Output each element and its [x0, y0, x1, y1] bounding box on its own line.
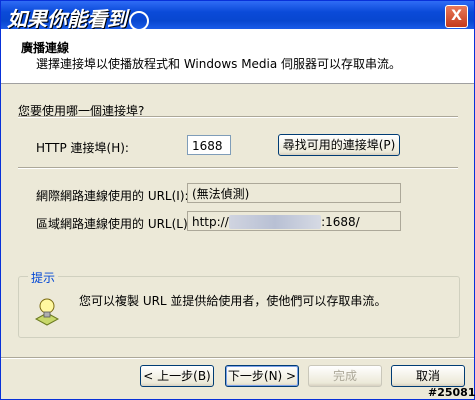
cancel-button[interactable]: 取消 — [391, 365, 465, 387]
wizard-header: 廣播連線 選擇連接埠以使播放程式和 Windows Media 伺服器可以存取串… — [1, 29, 474, 84]
lan-url-suffix: :1688/ — [321, 215, 360, 229]
redacted-host: xxxxxxxxxxxxx — [228, 215, 322, 229]
window-title-text: 如果你能看到 — [7, 7, 127, 31]
header-title: 廣播連線 — [21, 41, 70, 55]
lan-url-field: http://xxxxxxxxxxxxx:1688/ — [187, 211, 401, 231]
title-badge-icon — [129, 10, 149, 31]
next-button[interactable]: 下一步(N) > — [225, 365, 299, 387]
find-port-button[interactable]: 尋找可用的連接埠(P) — [278, 134, 400, 156]
lan-url-prefix: http:// — [192, 215, 229, 229]
wizard-window: 如果你能看到 X 廣播連線 選擇連接埠以使播放程式和 Windows Media… — [0, 0, 475, 400]
header-description: 選擇連接埠以使播放程式和 Windows Media 伺服器可以存取串流。 — [36, 57, 402, 71]
footer-divider — [1, 357, 474, 359]
divider — [18, 167, 458, 169]
tip-title: 提示 — [28, 269, 59, 286]
title-bar: 如果你能看到 X — [1, 1, 474, 32]
close-button[interactable]: X — [445, 5, 468, 28]
lightbulb-icon — [34, 298, 60, 326]
back-button[interactable]: < 上一步(B) — [140, 365, 214, 387]
finish-button[interactable]: 完成 — [308, 365, 382, 387]
http-port-input[interactable]: 1688 — [187, 135, 231, 155]
internet-url-label: 網際網路連線使用的 URL(I): — [36, 189, 189, 203]
lan-url-label: 區域網路連線使用的 URL(L): — [36, 217, 192, 231]
divider — [18, 116, 458, 118]
window-title: 如果你能看到 — [7, 3, 149, 32]
watermark: #25081 — [428, 386, 475, 399]
http-port-label: HTTP 連接埠(H): — [36, 141, 129, 155]
tip-text: 您可以複製 URL 並提供給使用者，使他們可以存取串流。 — [79, 294, 387, 308]
internet-url-field: (無法偵測) — [187, 183, 401, 203]
